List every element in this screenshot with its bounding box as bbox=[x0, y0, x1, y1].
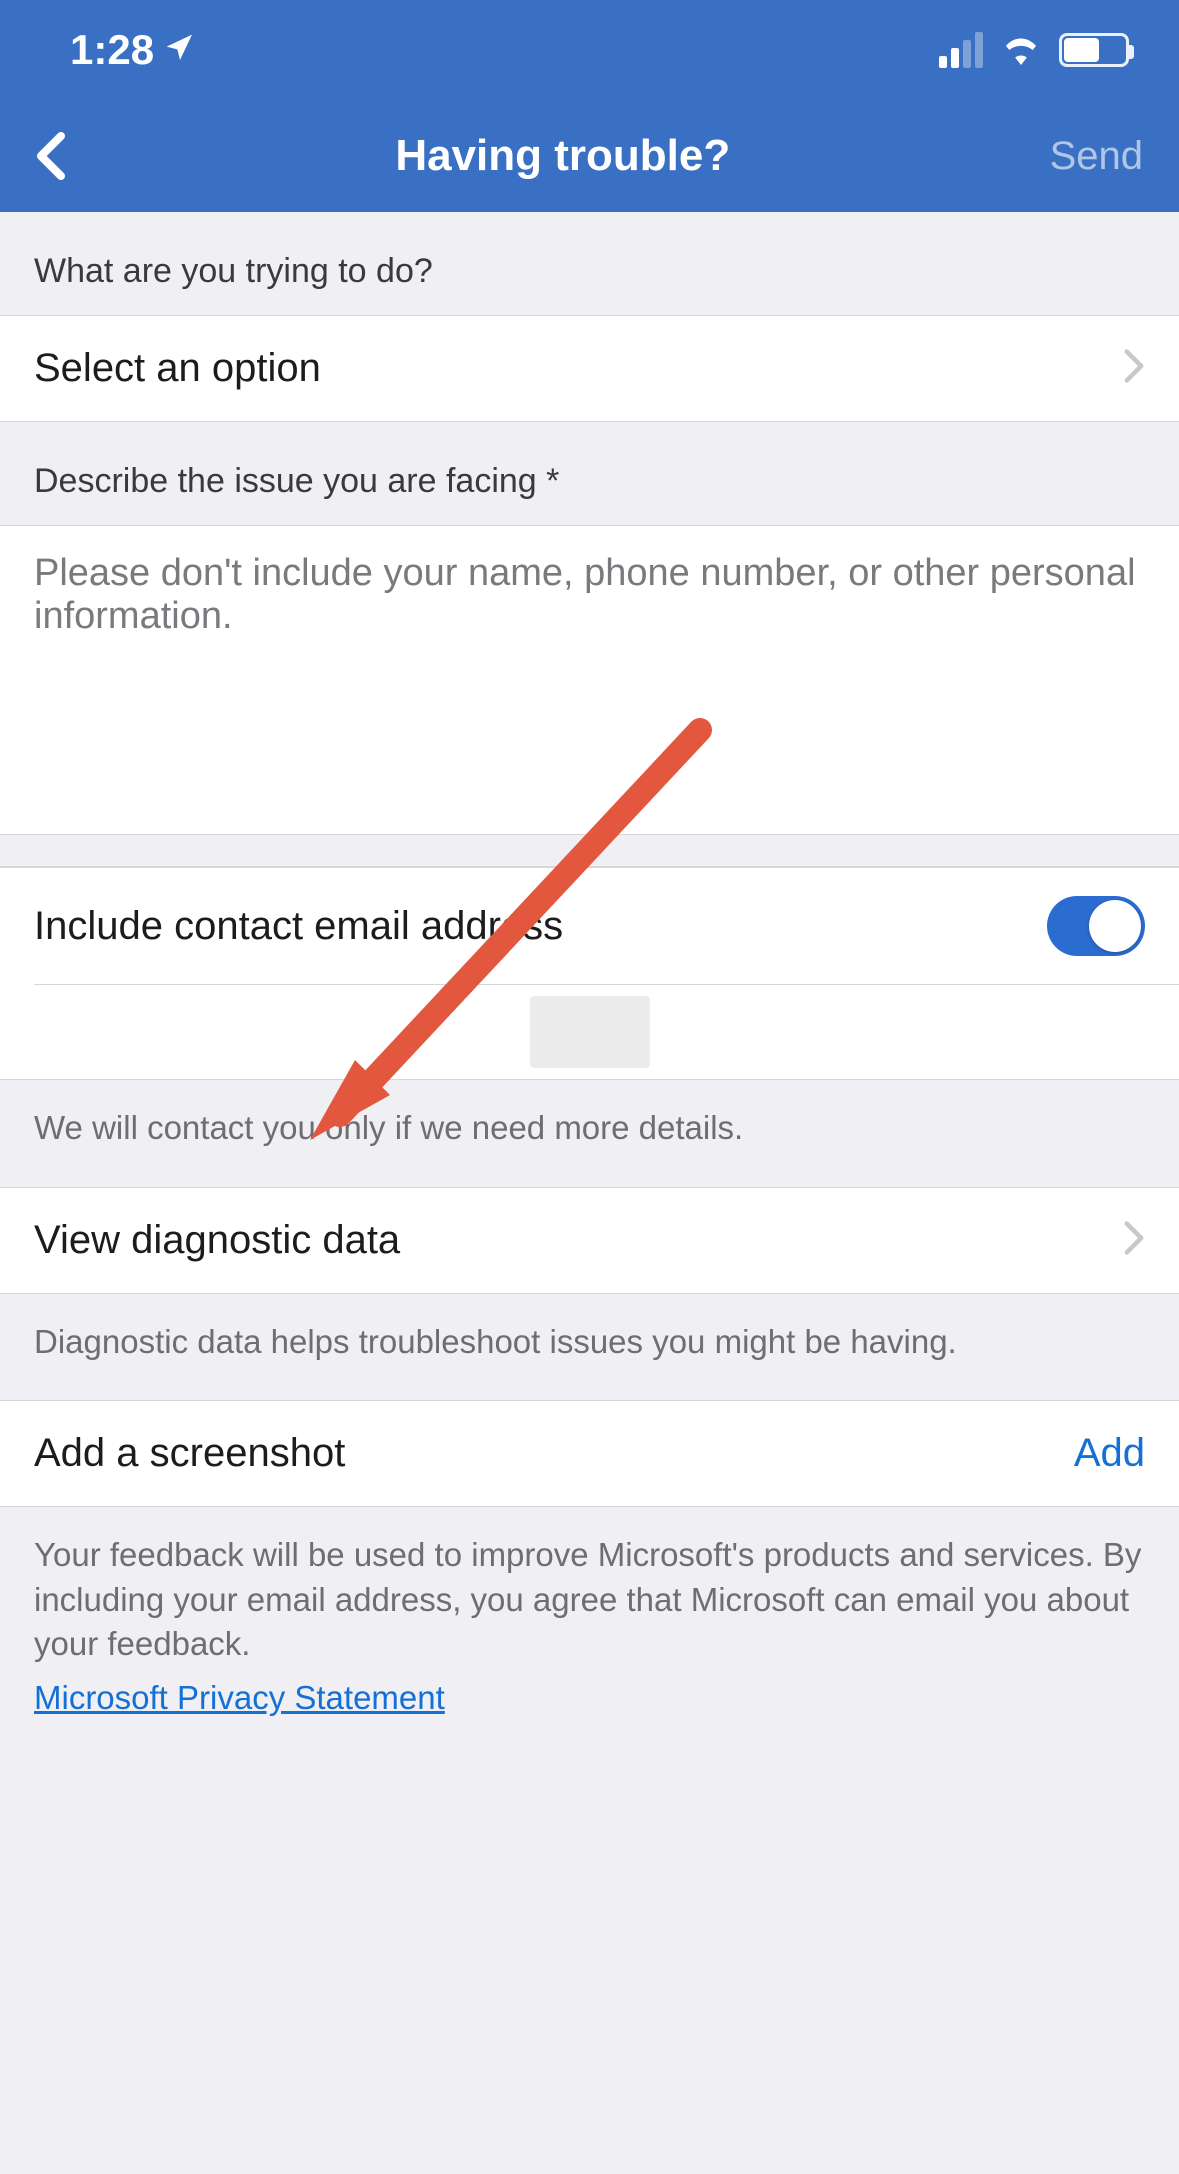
nav-bar: Having trouble? Send bbox=[0, 100, 1179, 212]
status-indicators bbox=[939, 32, 1129, 68]
chevron-right-icon bbox=[1123, 1220, 1145, 1261]
cellular-icon bbox=[939, 32, 983, 68]
diagnostic-label: View diagnostic data bbox=[34, 1218, 400, 1263]
battery-icon bbox=[1059, 33, 1129, 67]
contact-note: We will contact you only if we need more… bbox=[0, 1080, 1179, 1187]
screenshot-label: Add a screenshot bbox=[34, 1431, 345, 1476]
page-title: Having trouble? bbox=[395, 131, 730, 181]
location-icon bbox=[164, 26, 196, 74]
send-button[interactable]: Send bbox=[1050, 134, 1143, 179]
issue-header: Describe the issue you are facing * bbox=[0, 422, 1179, 525]
back-button[interactable] bbox=[36, 128, 76, 184]
spacer bbox=[0, 835, 1179, 867]
select-option-label: Select an option bbox=[34, 346, 321, 391]
privacy-link[interactable]: Microsoft Privacy Statement bbox=[0, 1679, 479, 1717]
screenshot-cell: Add a screenshot Add bbox=[0, 1400, 1179, 1507]
diagnostic-note: Diagnostic data helps troubleshoot issue… bbox=[0, 1294, 1179, 1401]
status-time: 1:28 bbox=[70, 26, 154, 74]
contact-toggle-label: Include contact email address bbox=[34, 904, 563, 949]
contact-toggle-row: Include contact email address bbox=[0, 868, 1179, 984]
issue-textarea-cell[interactable] bbox=[0, 525, 1179, 835]
contact-email-row[interactable] bbox=[0, 985, 1179, 1079]
status-time-group: 1:28 bbox=[70, 26, 196, 74]
contact-block: Include contact email address bbox=[0, 867, 1179, 1080]
status-bar: 1:28 bbox=[0, 0, 1179, 100]
diagnostic-cell[interactable]: View diagnostic data bbox=[0, 1187, 1179, 1294]
issue-textarea[interactable] bbox=[34, 552, 1145, 808]
contact-toggle[interactable] bbox=[1047, 896, 1145, 956]
option-header: What are you trying to do? bbox=[0, 212, 1179, 315]
wifi-icon bbox=[1001, 35, 1041, 65]
chevron-right-icon bbox=[1123, 348, 1145, 389]
add-screenshot-button[interactable]: Add bbox=[1074, 1431, 1145, 1476]
feedback-disclaimer: Your feedback will be used to improve Mi… bbox=[0, 1507, 1179, 1679]
contact-email-value-redacted bbox=[530, 996, 650, 1068]
select-option-cell[interactable]: Select an option bbox=[0, 315, 1179, 422]
